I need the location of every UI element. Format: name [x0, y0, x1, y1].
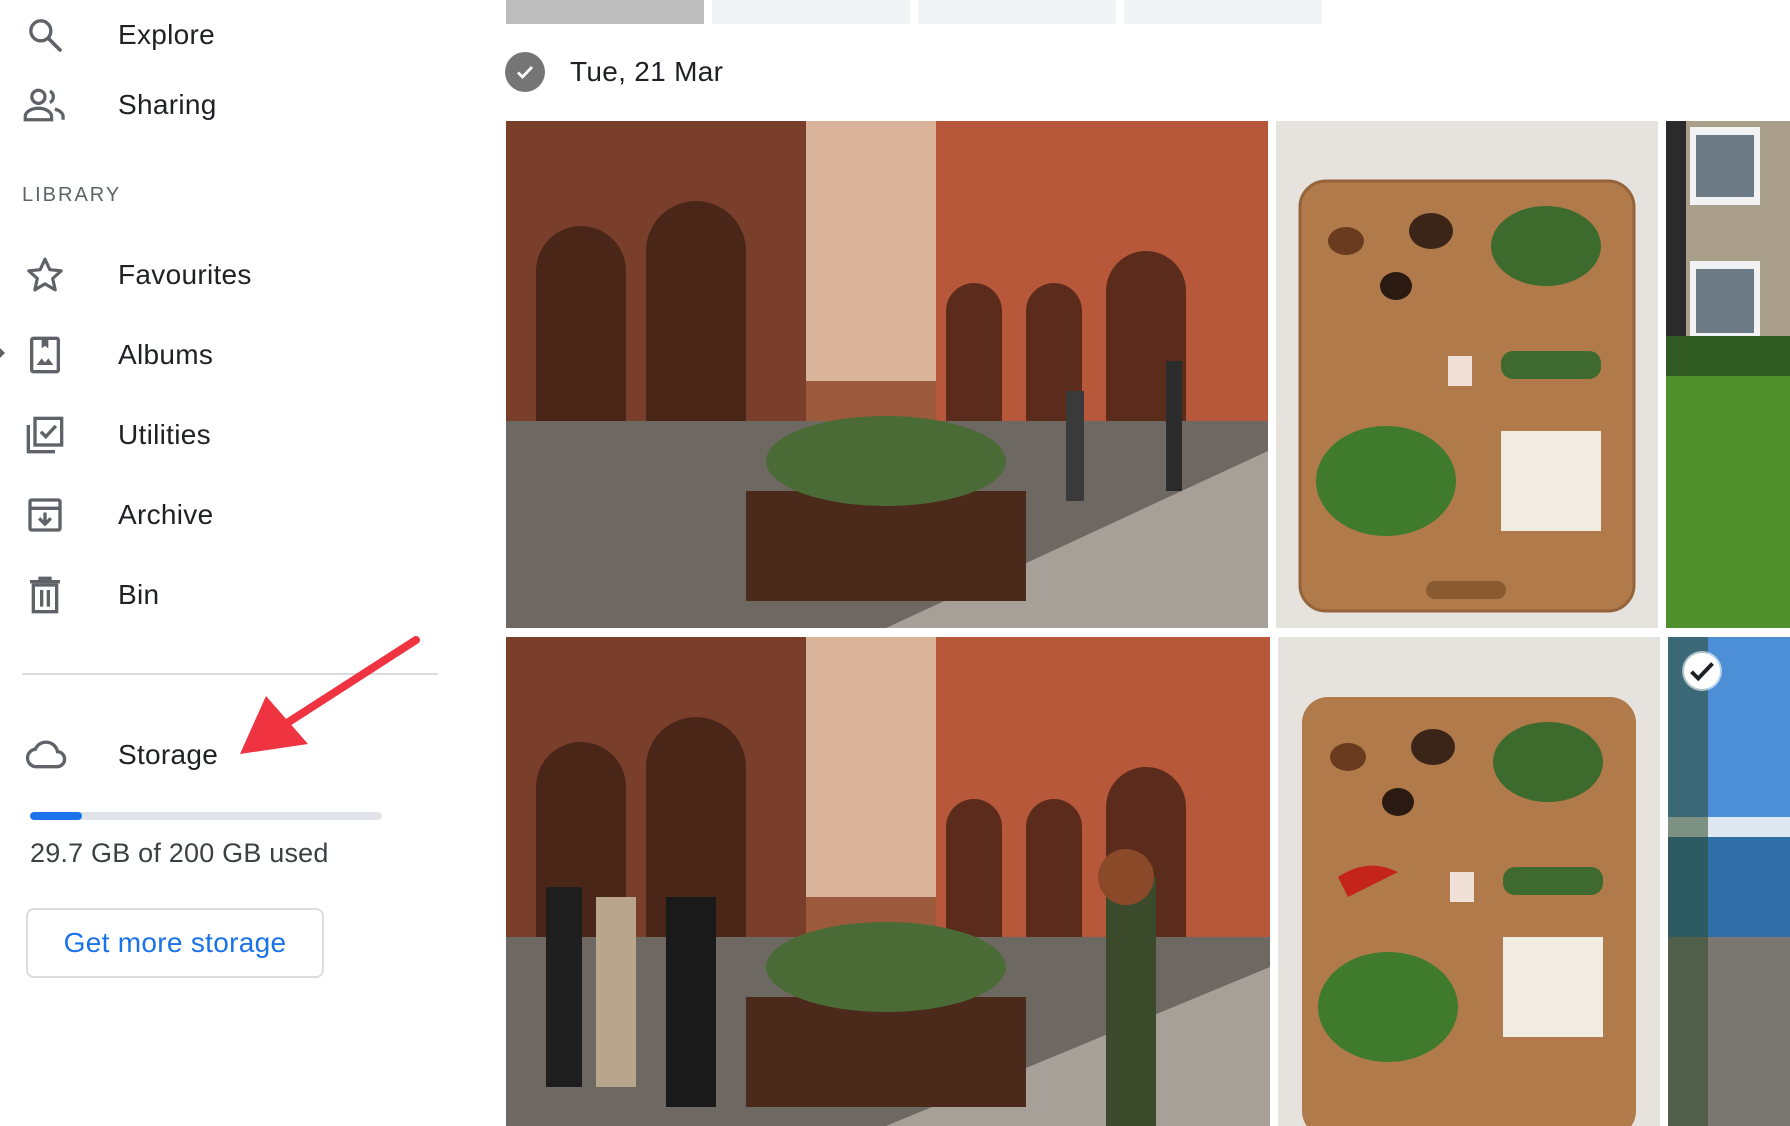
select-date-check-icon[interactable]: [505, 52, 545, 92]
sidebar: Explore Sharing LIBRARY Favourites Album…: [0, 0, 470, 1126]
sidebar-item-favourites[interactable]: Favourites: [0, 243, 440, 307]
photo-cutting-board-chili[interactable]: [1278, 637, 1660, 1126]
sidebar-item-label: Utilities: [118, 419, 211, 450]
date-group-label: Tue, 21 Mar: [570, 56, 724, 87]
storage-usage-text: 29.7 GB of 200 GB used: [30, 838, 329, 868]
photo-cutting-board[interactable]: [1276, 121, 1658, 628]
storage-usage-fill: [30, 812, 83, 820]
sidebar-item-albums[interactable]: Albums: [0, 323, 440, 387]
sidebar-item-archive[interactable]: Archive: [0, 483, 440, 547]
photo-thumbnail[interactable]: [712, 0, 910, 24]
sidebar-item-bin[interactable]: Bin: [0, 563, 440, 627]
sidebar-item-explore[interactable]: Explore: [0, 3, 440, 67]
people-icon: [22, 85, 68, 125]
photo-street-arcades-people[interactable]: [506, 637, 1270, 1126]
storage-usage-bar: [30, 812, 382, 820]
utilities-icon: [22, 415, 68, 455]
photo-street-arcades[interactable]: [506, 121, 1268, 628]
search-icon: [22, 15, 68, 55]
cloud-icon: [22, 735, 68, 775]
archive-icon: [22, 495, 68, 535]
star-icon: [22, 255, 68, 295]
sidebar-item-label: Bin: [118, 579, 160, 610]
library-section-header: LIBRARY: [22, 184, 122, 206]
sidebar-item-label: Sharing: [118, 89, 217, 120]
photo-thumbnail[interactable]: [918, 0, 1116, 24]
sidebar-item-label: Storage: [118, 739, 219, 770]
sidebar-item-label: Albums: [118, 339, 214, 370]
sidebar-item-label: Favourites: [118, 259, 252, 290]
bin-icon: [22, 575, 68, 615]
sidebar-item-sharing[interactable]: Sharing: [0, 73, 440, 137]
annotation-arrow-icon: [240, 636, 420, 754]
album-icon: [22, 335, 68, 375]
sidebar-item-utilities[interactable]: Utilities: [0, 403, 440, 467]
selected-check-icon[interactable]: [1684, 653, 1720, 689]
sidebar-item-label: Archive: [118, 499, 214, 530]
photo-lake-beach[interactable]: [1668, 637, 1790, 1126]
photo-thumbnail[interactable]: [1124, 0, 1322, 24]
sidebar-item-label: Explore: [118, 19, 216, 50]
photo-thumbnail[interactable]: [506, 0, 704, 24]
date-group-header: Tue, 21 Mar: [505, 46, 723, 98]
photo-house-lawn[interactable]: [1666, 121, 1790, 628]
get-more-storage-button[interactable]: Get more storage: [26, 908, 324, 978]
